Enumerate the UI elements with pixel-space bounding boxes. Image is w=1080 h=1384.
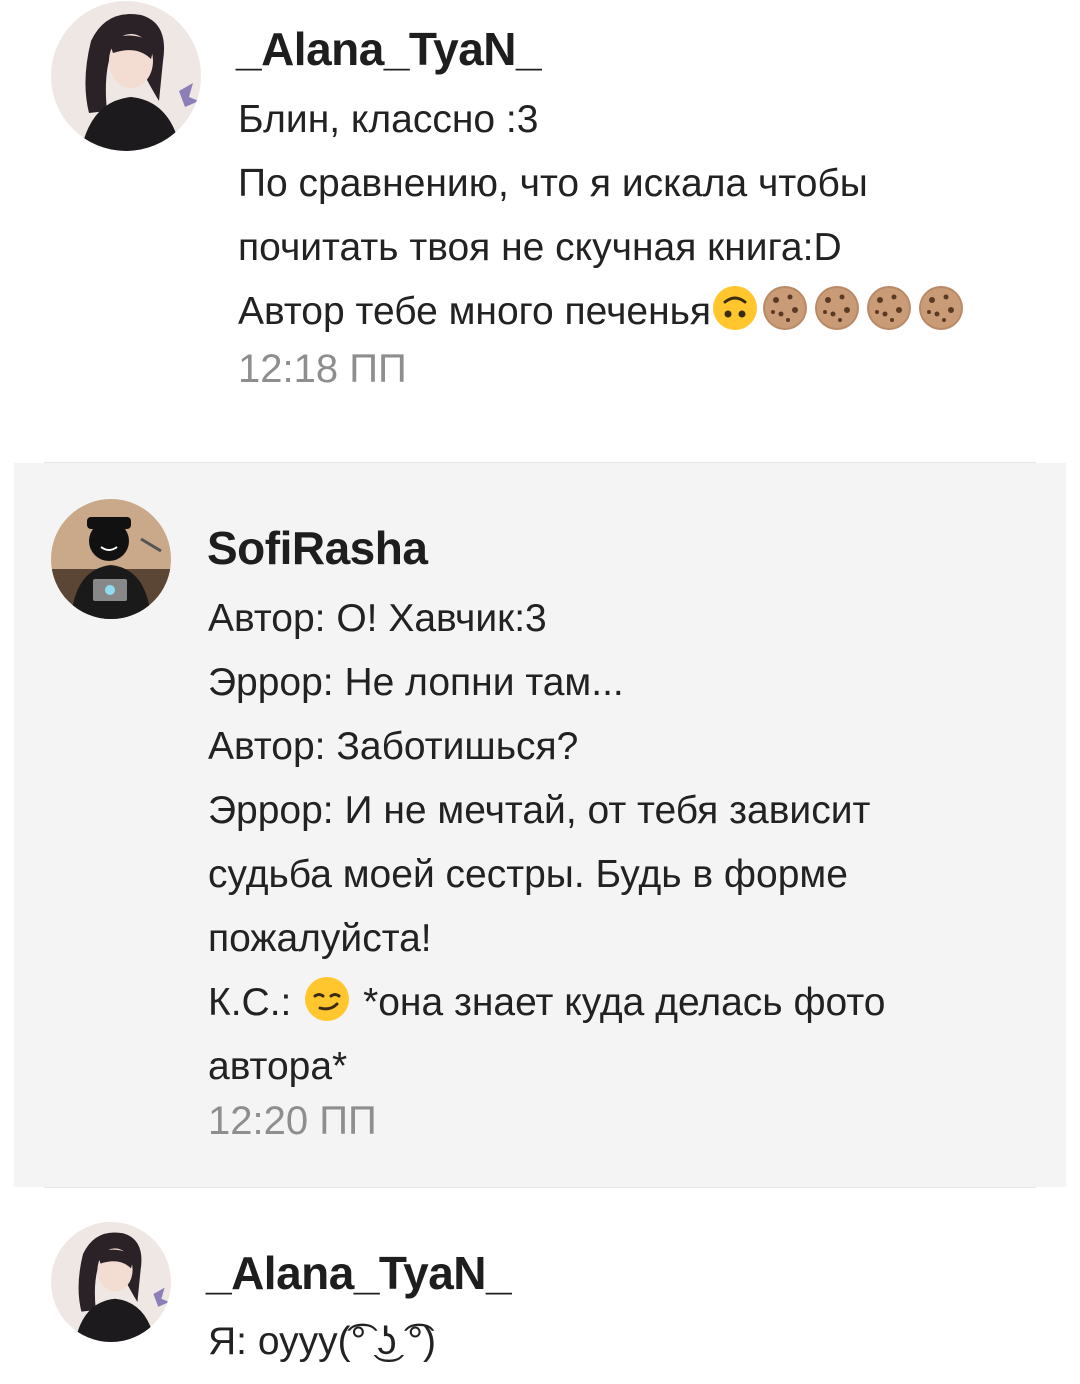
comment-text: Блин, классно :3 По сравнению, что я иск… <box>238 88 967 344</box>
comment-text: Автор: О! Хавчик:3 Эррор: Не лопни там..… <box>208 587 885 1099</box>
user-avatar-image <box>51 499 171 619</box>
avatar[interactable] <box>51 1 201 151</box>
cookie-icon <box>863 284 915 352</box>
comment-username[interactable]: _Alana_TyaN_ <box>206 1246 512 1300</box>
smirking-face-icon <box>302 975 352 1043</box>
comment-username[interactable]: SofiRasha <box>207 521 428 575</box>
cookie-icon <box>811 284 863 352</box>
comment-text-line: Эррор: И не мечтай, от тебя зависит <box>208 789 871 832</box>
comment-text-segment: Автор тебе много печенья <box>238 290 712 333</box>
comment-item[interactable]: _Alana_TyaN_ Я: оууу(͡° ͜ʖ ͡°) <box>14 1188 1066 1384</box>
user-avatar-image <box>51 1222 171 1342</box>
user-avatar-image <box>51 1 201 151</box>
comment-text-line: Эррор: Не лопни там... <box>208 661 624 704</box>
comment-item[interactable]: _Alana_TyaN_ Блин, классно :3 По сравнен… <box>0 0 1080 462</box>
comment-item[interactable]: SofiRasha Автор: О! Хавчик:3 Эррор: Не л… <box>14 463 1066 1187</box>
comment-text-segment: К.С.: <box>208 981 303 1024</box>
comment-text-line: автора* <box>208 1045 348 1088</box>
comment-text-segment: *она знает куда делась фото <box>352 981 886 1024</box>
cookie-icon <box>915 284 967 352</box>
avatar[interactable] <box>51 1222 171 1342</box>
comment-text-line: судьба моей сестры. Будь в форме <box>208 853 848 896</box>
comment-text-line: Автор: Заботишься? <box>208 725 579 768</box>
comment-text-line: пожалуйста! <box>208 917 432 960</box>
comment-text-line: Блин, классно :3 <box>238 98 539 141</box>
upside-down-face-icon <box>711 284 759 352</box>
comment-text: Я: оууу(͡° ͜ʖ ͡°) <box>208 1310 436 1374</box>
comment-text-line: К.С.: *она знает куда делась фото <box>208 971 885 1035</box>
comment-username[interactable]: _Alana_TyaN_ <box>236 22 542 76</box>
comment-timestamp: 12:18 ПП <box>238 347 407 391</box>
comment-text-line: почитать твоя не скучная книга:D <box>238 226 842 269</box>
comment-timestamp: 12:20 ПП <box>208 1099 377 1143</box>
comment-text-line: Автор: О! Хавчик:3 <box>208 597 547 640</box>
cookie-icon <box>759 284 811 352</box>
comment-text-line: Я: оууу(͡° ͜ʖ ͡°) <box>208 1320 436 1363</box>
avatar[interactable] <box>51 499 171 619</box>
comment-text-line: По сравнению, что я искала чтобы <box>238 162 868 205</box>
comment-text-line: Автор тебе много печенья <box>238 280 967 344</box>
